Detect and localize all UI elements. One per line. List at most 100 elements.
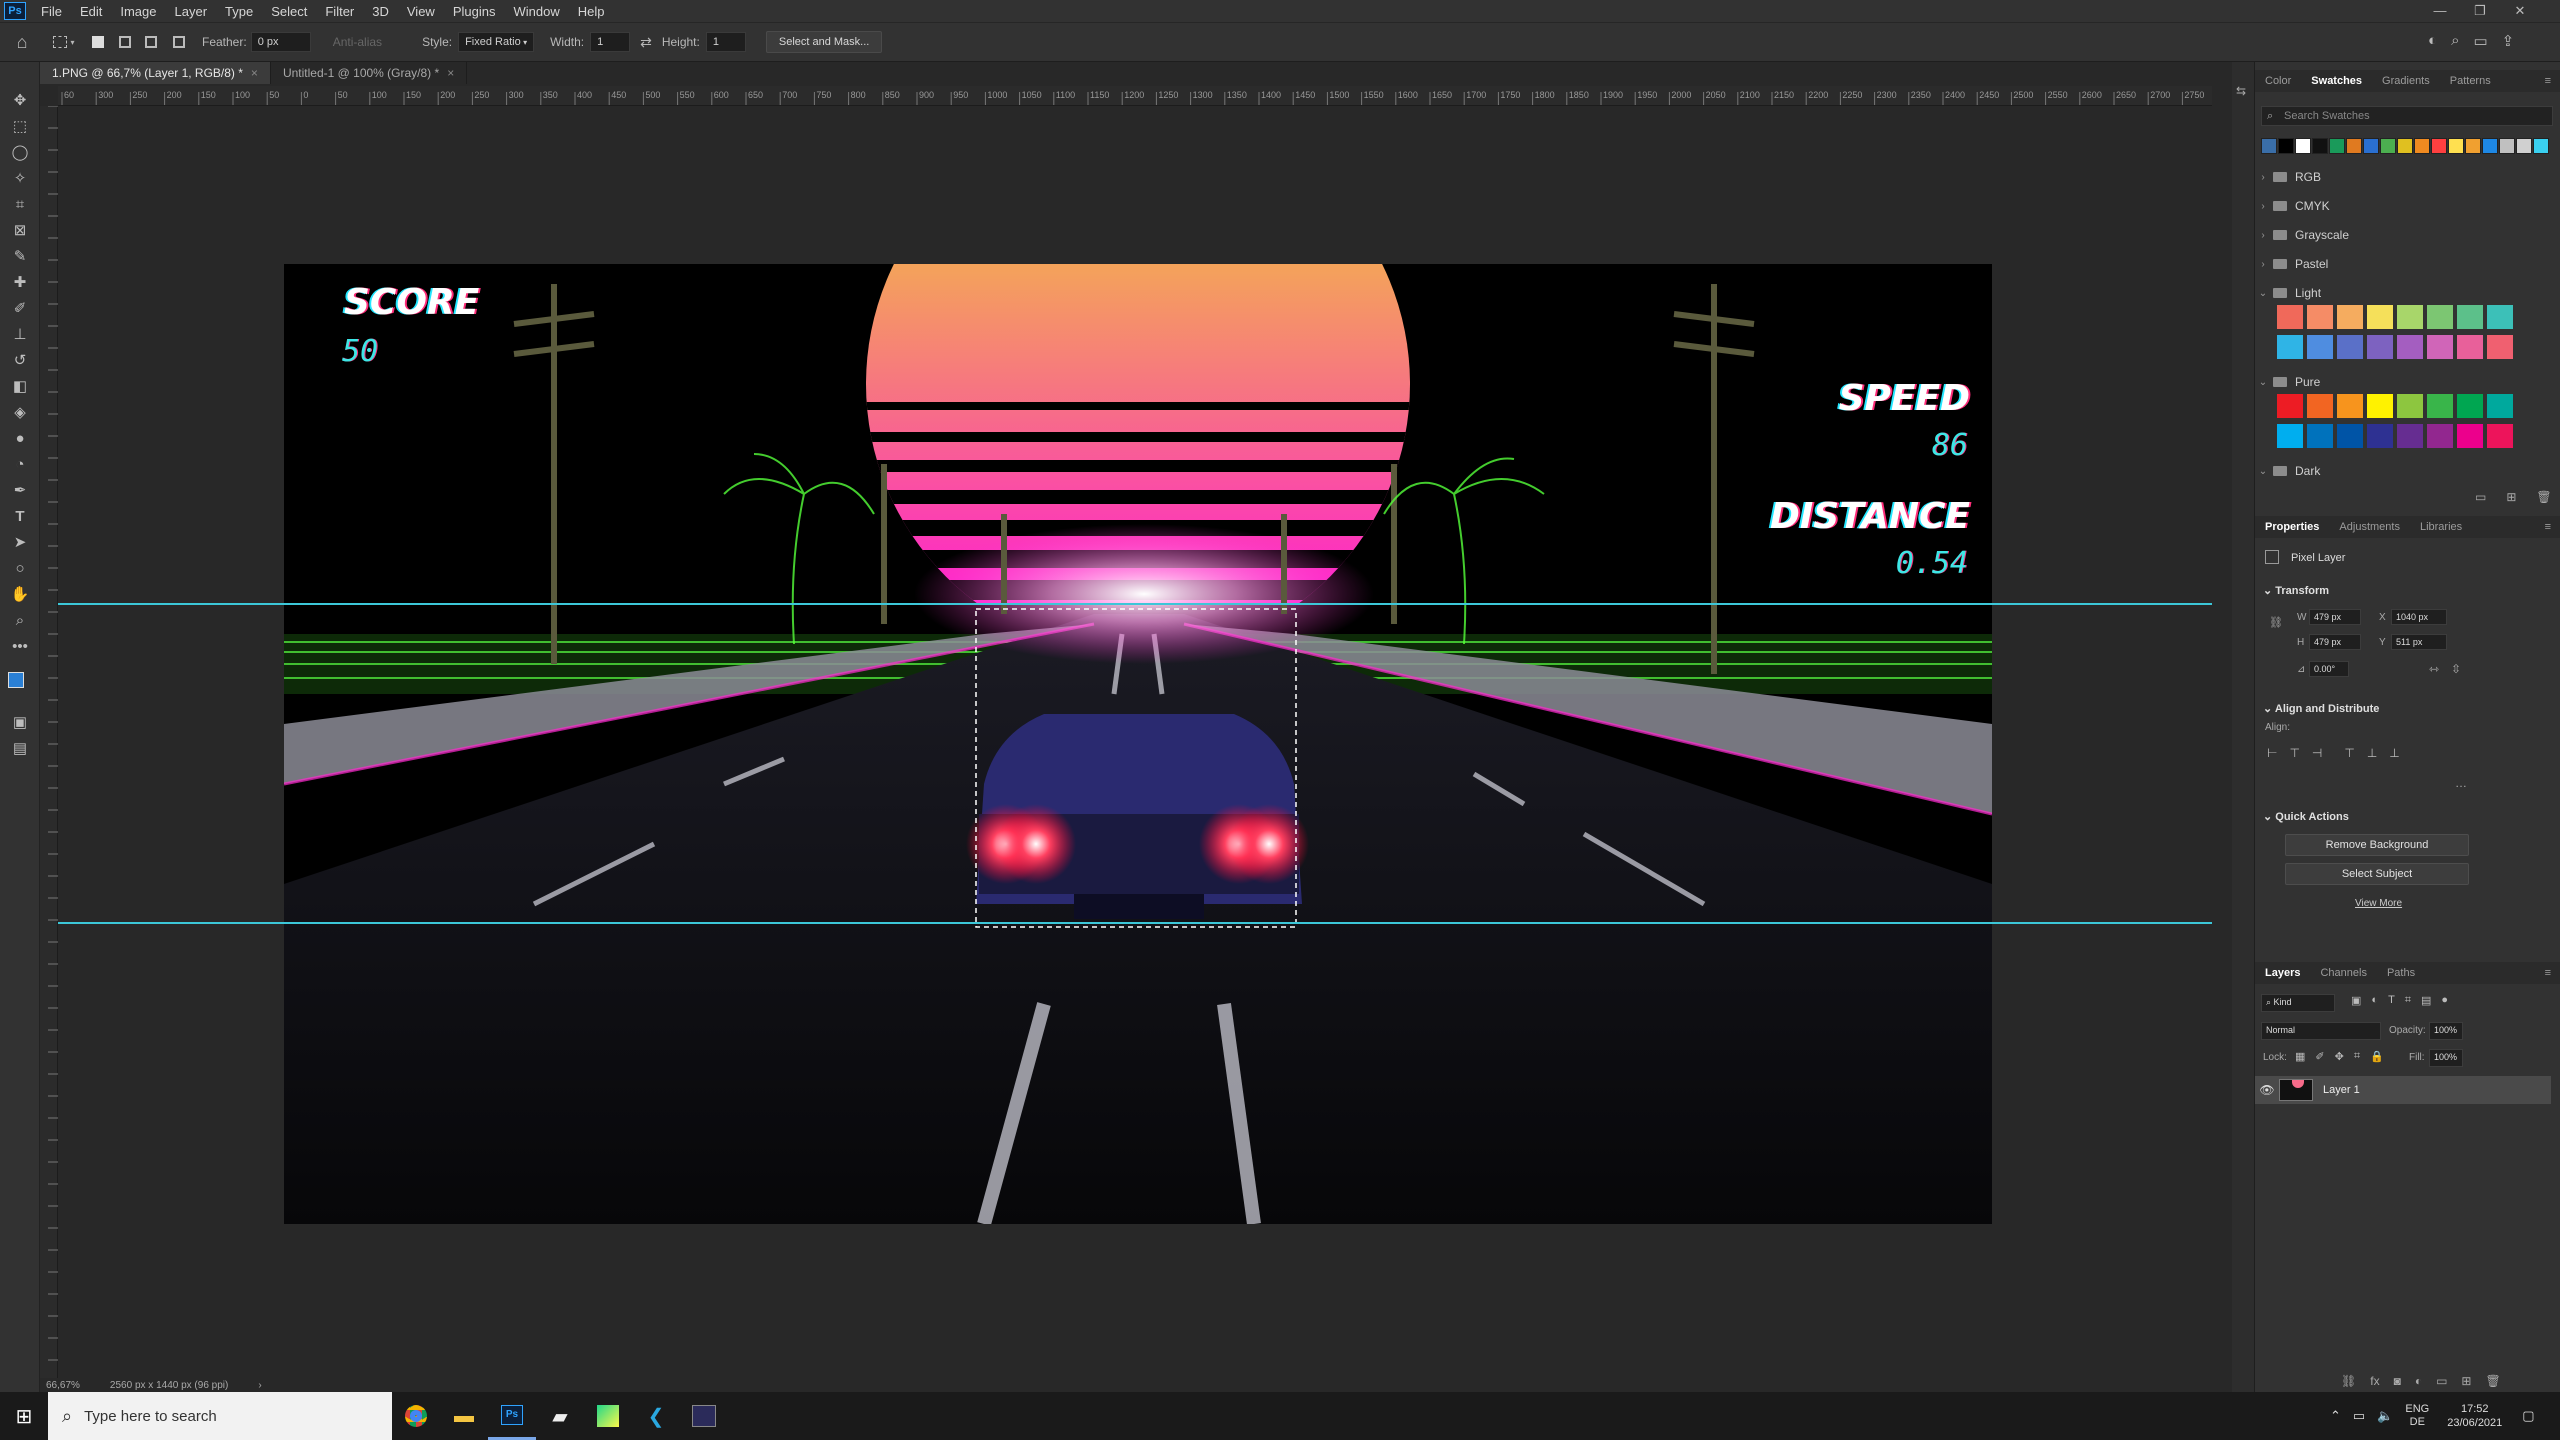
color-swatch[interactable]	[2457, 305, 2483, 329]
frame-tool-icon[interactable]: ⊠	[8, 220, 32, 242]
filter-pixel-icon[interactable]: ▣	[2351, 994, 2361, 1007]
tab-close-icon[interactable]: ×	[251, 66, 258, 80]
color-swatch[interactable]	[2367, 394, 2393, 418]
flip-horizontal-icon[interactable]: ⇿	[2429, 662, 2439, 676]
color-swatch[interactable]	[2457, 335, 2483, 359]
file-explorer-icon[interactable]: ▬	[440, 1392, 488, 1440]
color-swatch[interactable]	[2277, 335, 2303, 359]
tab-adjustments[interactable]: Adjustments	[2329, 516, 2410, 538]
home-icon[interactable]: ⌂	[0, 31, 44, 53]
paint-bucket-tool-icon[interactable]: ◈	[8, 402, 32, 424]
crop-tool-icon[interactable]: ⌗	[8, 194, 32, 216]
group-chevron-icon[interactable]: ›	[2255, 201, 2271, 212]
rect-marquee-tool-icon[interactable]: ⬚	[8, 116, 32, 138]
language-indicator[interactable]: ENG DE	[2405, 1403, 2429, 1429]
width-input[interactable]: 1	[590, 32, 631, 52]
swatch-group-rgb[interactable]: › RGB	[2255, 166, 2560, 188]
new-swatch-icon[interactable]: ⊞	[2506, 490, 2516, 504]
lock-transparent-icon[interactable]: ▦	[2295, 1050, 2305, 1063]
fill-field[interactable]: 100%	[2429, 1049, 2463, 1067]
magic-wand-tool-icon[interactable]: ✧	[8, 168, 32, 190]
remove-background-button[interactable]: Remove Background	[2285, 834, 2469, 856]
panel-menu-icon[interactable]: ≡	[2535, 516, 2560, 538]
taskbar-search-box[interactable]: ⌕ Type here to search	[48, 1392, 392, 1440]
group-chevron-icon[interactable]: ›	[2255, 172, 2271, 183]
dodge-tool-icon[interactable]: ◔	[8, 454, 32, 476]
canvas-area[interactable]: SCORE 50 SPEED 86 DISTANCE 0.54	[58, 106, 2212, 1378]
color-swatch[interactable]	[2487, 424, 2513, 448]
filter-type-icon[interactable]: T	[2388, 994, 2395, 1007]
recent-swatch[interactable]	[2465, 138, 2481, 154]
x-field[interactable]: 1040 px	[2391, 609, 2447, 625]
tab-1png[interactable]: 1.PNG @ 66,7% (Layer 1, RGB/8) * ×	[40, 62, 271, 84]
horizontal-guide[interactable]	[58, 603, 2212, 605]
height-input[interactable]: 1	[705, 32, 746, 52]
color-swatch[interactable]	[2307, 424, 2333, 448]
recent-swatch[interactable]	[2380, 138, 2396, 154]
group-chevron-icon[interactable]: ›	[2255, 230, 2271, 241]
lasso-tool-icon[interactable]: ◯	[8, 142, 32, 164]
swatch-group-cmyk[interactable]: › CMYK	[2255, 195, 2560, 217]
color-swatch[interactable]	[2337, 305, 2363, 329]
recent-swatch[interactable]	[2312, 138, 2328, 154]
export-icon[interactable]: ⇪	[2502, 32, 2515, 50]
visibility-eye-icon[interactable]: 👁	[2255, 1083, 2279, 1097]
color-swatch[interactable]	[2397, 424, 2423, 448]
swatch-group-light[interactable]: ⌄ Light	[2255, 282, 2560, 304]
lock-artboard-icon[interactable]: ⌗	[2354, 1050, 2360, 1063]
network-icon[interactable]: ▭	[2353, 1408, 2365, 1424]
color-swatch[interactable]	[2427, 305, 2453, 329]
menu-3d[interactable]: 3D	[363, 4, 398, 19]
menu-edit[interactable]: Edit	[71, 4, 111, 19]
panel-menu-icon[interactable]: ≡	[2535, 70, 2560, 92]
vertical-ruler[interactable]	[40, 105, 58, 1405]
tab-layers[interactable]: Layers	[2255, 962, 2310, 984]
add-mask-icon[interactable]: ◙	[2394, 1374, 2401, 1388]
lock-position-icon[interactable]: ✥	[2335, 1050, 2344, 1063]
marquee-preset-icon[interactable]: ▾	[44, 31, 84, 53]
color-swatch[interactable]	[2487, 394, 2513, 418]
feather-input[interactable]: 0 px	[250, 32, 311, 52]
align-vcenter-icon[interactable]: ⊥	[2367, 746, 2377, 760]
group-chevron-icon[interactable]: ⌄	[2255, 466, 2271, 477]
move-tool-icon[interactable]: ✥	[8, 90, 32, 112]
game-app-icon[interactable]	[680, 1392, 728, 1440]
vscode-icon[interactable]: ❮	[632, 1392, 680, 1440]
delete-icon[interactable]: 🗑	[2536, 490, 2551, 504]
eraser-tool-icon[interactable]: ◧	[8, 376, 32, 398]
color-swatch[interactable]	[2307, 335, 2333, 359]
lock-all-icon[interactable]: 🔒	[2370, 1050, 2384, 1063]
recent-swatch[interactable]	[2448, 138, 2464, 154]
stamp-tool-icon[interactable]: ⊥	[8, 324, 32, 346]
menu-view[interactable]: View	[398, 4, 444, 19]
quick-mask-icon[interactable]: ▣	[8, 712, 32, 734]
layer-kind-filter[interactable]: ⌕ Kind	[2261, 994, 2335, 1012]
color-swatch[interactable]	[2487, 335, 2513, 359]
antialias-checkbox[interactable]: Anti-alias	[333, 35, 382, 49]
align-right-icon[interactable]: ⊣	[2312, 746, 2322, 760]
tray-chevron-icon[interactable]: ⌃	[2330, 1408, 2341, 1424]
path-select-tool-icon[interactable]: ➤	[8, 532, 32, 554]
color-swatch[interactable]	[2487, 305, 2513, 329]
link-layers-icon[interactable]: ⛓	[2341, 1374, 2356, 1388]
angle-field[interactable]: 0.00°	[2309, 661, 2349, 677]
eyedropper-tool-icon[interactable]: ✎	[8, 246, 32, 268]
align-hcenter-icon[interactable]: ⊤	[2289, 746, 2299, 760]
folders-icon[interactable]: ▰	[536, 1392, 584, 1440]
menu-image[interactable]: Image	[111, 4, 165, 19]
delete-layer-icon[interactable]: 🗑	[2485, 1374, 2500, 1388]
document-canvas[interactable]: SCORE 50 SPEED 86 DISTANCE 0.54	[284, 264, 1992, 1224]
group-chevron-icon[interactable]: ⌄	[2255, 377, 2271, 388]
color-swatch[interactable]	[2277, 305, 2303, 329]
more-options-icon[interactable]: …	[2455, 776, 2467, 790]
tab-color[interactable]: Color	[2255, 70, 2301, 92]
new-selection-icon[interactable]	[84, 31, 112, 53]
recent-swatch[interactable]	[2295, 138, 2311, 154]
layer-name[interactable]: Layer 1	[2323, 1084, 2360, 1096]
tab-properties[interactable]: Properties	[2255, 516, 2329, 538]
clock[interactable]: 17:52 23/06/2021	[2447, 1402, 2502, 1430]
tab-gradients[interactable]: Gradients	[2372, 70, 2440, 92]
color-swatch[interactable]	[2457, 424, 2483, 448]
select-subject-button[interactable]: Select Subject	[2285, 863, 2469, 885]
foreground-color-swatch[interactable]	[8, 672, 24, 688]
